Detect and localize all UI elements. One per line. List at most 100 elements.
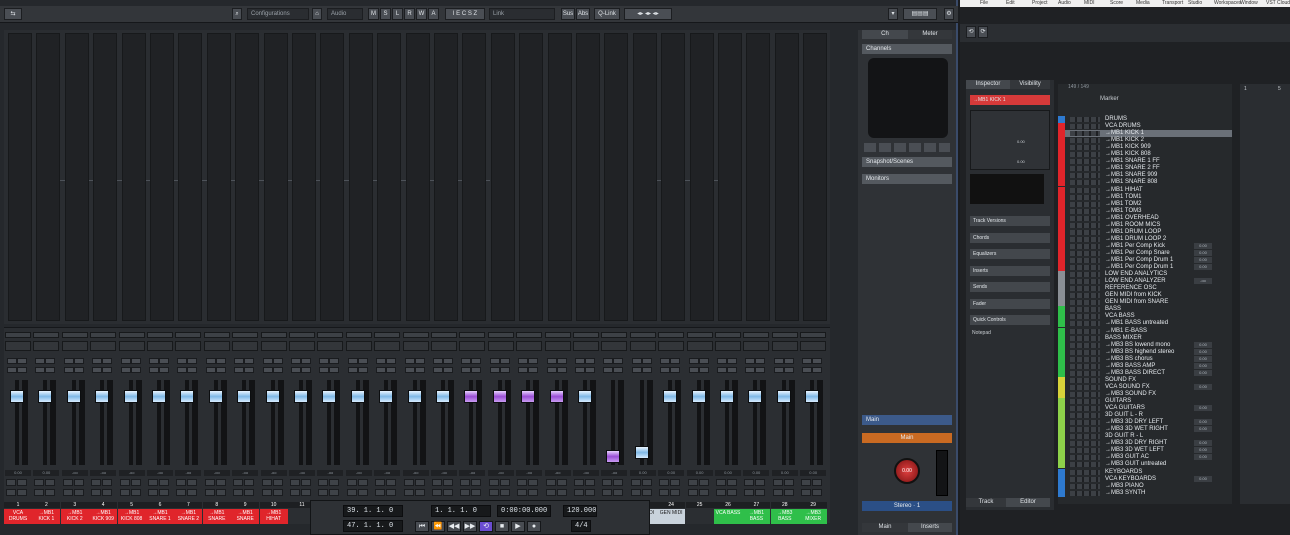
mute-solo-buttons[interactable] bbox=[92, 358, 114, 373]
fader-handle[interactable] bbox=[180, 390, 195, 403]
fader-handle[interactable] bbox=[720, 390, 734, 403]
mute-solo-buttons[interactable] bbox=[149, 358, 171, 373]
fader-handle[interactable] bbox=[379, 390, 394, 403]
track-name[interactable]: REFERENCE OSC bbox=[1105, 285, 1157, 292]
qlink-button[interactable]: Q-Link bbox=[594, 8, 620, 20]
track-row[interactable]: →MB3 BS highend stereo 0.00 bbox=[1058, 348, 1232, 356]
track-name[interactable]: →MB3 PIANO bbox=[1105, 483, 1144, 490]
automation-button-l[interactable]: L bbox=[392, 8, 403, 20]
redo-icon[interactable]: ⟳ bbox=[978, 26, 988, 38]
pan-control[interactable] bbox=[516, 341, 543, 351]
window-layout-icon[interactable]: ▤▤▤ bbox=[903, 8, 937, 20]
track-name[interactable]: GUITARS bbox=[1105, 398, 1131, 405]
mute-solo-buttons[interactable] bbox=[205, 358, 228, 373]
track-controls[interactable] bbox=[1070, 469, 1100, 475]
read-write-buttons[interactable] bbox=[318, 479, 342, 499]
pan-control[interactable] bbox=[431, 341, 457, 351]
fader-value[interactable]: -oo bbox=[317, 470, 344, 476]
fader-value[interactable]: 0.00 bbox=[771, 470, 798, 476]
mute-solo-buttons[interactable] bbox=[120, 358, 143, 373]
channel-name[interactable]: →MB3 BASS bbox=[770, 509, 799, 524]
input-selector[interactable] bbox=[459, 332, 486, 338]
track-name[interactable]: →MB1 TOM2 bbox=[1105, 201, 1141, 208]
track-name[interactable]: VCA SOUND FX bbox=[1105, 384, 1150, 391]
mute-solo-buttons[interactable] bbox=[63, 358, 86, 373]
pan-control[interactable] bbox=[175, 341, 202, 351]
track-row[interactable]: →MB1 DRUM LOOP 2 bbox=[1058, 235, 1232, 243]
read-write-buttons[interactable] bbox=[375, 479, 399, 499]
fader-handle[interactable] bbox=[294, 390, 308, 403]
monitors-section[interactable]: Monitors bbox=[862, 174, 952, 184]
track-controls[interactable] bbox=[1070, 293, 1100, 299]
mute-solo-buttons[interactable] bbox=[660, 358, 682, 373]
menu-media[interactable]: Media bbox=[1136, 0, 1150, 7]
read-write-buttons[interactable] bbox=[574, 479, 598, 499]
input-selector[interactable] bbox=[771, 332, 798, 338]
mute-solo-buttons[interactable] bbox=[546, 358, 569, 373]
menu-workspaces[interactable]: Workspaces bbox=[1214, 0, 1241, 7]
fader-value[interactable]: -oo bbox=[203, 470, 230, 476]
configurations-dropdown[interactable]: Configurations bbox=[247, 8, 309, 20]
fader-handle[interactable] bbox=[237, 390, 252, 403]
track-row[interactable]: →MB1 KICK 808 bbox=[1058, 151, 1232, 159]
track-controls[interactable] bbox=[1070, 377, 1100, 383]
track-row[interactable]: →MB1 E-BASS bbox=[1058, 327, 1232, 335]
pan-control[interactable] bbox=[260, 341, 287, 351]
input-selector[interactable] bbox=[260, 332, 287, 338]
channel-name[interactable]: →MB1 SNARE bbox=[202, 509, 231, 524]
track-name[interactable]: →MB3 GUIT AC bbox=[1105, 454, 1149, 461]
track-controls[interactable] bbox=[1070, 300, 1100, 306]
audio-field[interactable]: Audio bbox=[327, 8, 363, 20]
pan-control[interactable] bbox=[289, 341, 315, 351]
input-selector[interactable] bbox=[487, 332, 514, 338]
read-write-buttons[interactable] bbox=[630, 479, 655, 499]
dropdown-icon[interactable]: ▾ bbox=[888, 8, 898, 20]
menu-score[interactable]: Score bbox=[1110, 0, 1123, 7]
track-row[interactable]: →MB1 SNARE 2 FF bbox=[1058, 165, 1232, 173]
pan-control[interactable] bbox=[147, 341, 173, 351]
input-selector[interactable] bbox=[317, 332, 344, 338]
menu-midi[interactable]: MIDI bbox=[1084, 0, 1095, 7]
fader-handle[interactable] bbox=[549, 390, 564, 403]
input-selector[interactable] bbox=[289, 332, 315, 338]
navigation-buttons[interactable]: ◂▸ ◂▸ ◂▸ bbox=[624, 8, 672, 20]
track-controls[interactable] bbox=[1070, 434, 1100, 440]
channel-name[interactable]: →MB1 SNARE bbox=[231, 509, 260, 524]
read-write-buttons[interactable] bbox=[34, 479, 58, 499]
input-selector[interactable] bbox=[147, 332, 173, 338]
track-value[interactable]: 0.00 bbox=[1194, 440, 1212, 447]
track-controls[interactable] bbox=[1070, 124, 1100, 130]
mute-solo-buttons[interactable] bbox=[376, 358, 398, 373]
left-locator[interactable]: 39. 1. 1. 0 bbox=[343, 505, 403, 517]
track-row[interactable]: VCA BASS bbox=[1058, 313, 1232, 321]
input-selector[interactable] bbox=[118, 332, 145, 338]
track-value[interactable]: 0.00 bbox=[1194, 249, 1212, 256]
track-row[interactable]: →MB3 GUIT AC 0.00 bbox=[1058, 454, 1232, 462]
channel-name[interactable]: →MB1 KICK 1 bbox=[32, 509, 61, 524]
read-write-buttons[interactable] bbox=[488, 479, 513, 499]
track-name[interactable]: 3D GUIT R - L bbox=[1105, 433, 1143, 440]
fader-value[interactable]: -oo bbox=[431, 470, 457, 476]
fader-value[interactable]: -oo bbox=[147, 470, 173, 476]
mute-solo-buttons[interactable] bbox=[347, 358, 370, 373]
track-name[interactable]: VCA DRUMS bbox=[1105, 123, 1141, 130]
track-row[interactable]: →MB1 SNARE 808 bbox=[1058, 179, 1232, 187]
pan-control[interactable] bbox=[33, 341, 60, 351]
automation-button-a[interactable]: A bbox=[428, 8, 439, 20]
track-controls[interactable] bbox=[1070, 356, 1100, 362]
record-icon[interactable]: ● bbox=[527, 521, 541, 532]
track-value[interactable]: -oo bbox=[1194, 278, 1212, 285]
undo-icon[interactable]: ⟲ bbox=[966, 26, 976, 38]
input-selector[interactable] bbox=[402, 332, 429, 338]
fader-value[interactable]: -oo bbox=[544, 470, 571, 476]
track-row[interactable]: →MB1 Per Comp Kick 0.00 bbox=[1058, 242, 1232, 250]
track-row[interactable]: →MB1 Per Comp Snare 0.00 bbox=[1058, 249, 1232, 257]
pan-control[interactable] bbox=[629, 341, 656, 351]
track-value[interactable]: 0.00 bbox=[1194, 447, 1212, 454]
track-row[interactable]: →MB1 TOM2 bbox=[1058, 200, 1232, 208]
channels-section[interactable]: Channels bbox=[862, 44, 952, 54]
track-controls[interactable] bbox=[1070, 490, 1100, 496]
tab-inserts[interactable]: Inserts bbox=[908, 523, 952, 532]
track-value[interactable]: 0.00 bbox=[1194, 454, 1212, 461]
track-controls[interactable] bbox=[1070, 462, 1100, 468]
